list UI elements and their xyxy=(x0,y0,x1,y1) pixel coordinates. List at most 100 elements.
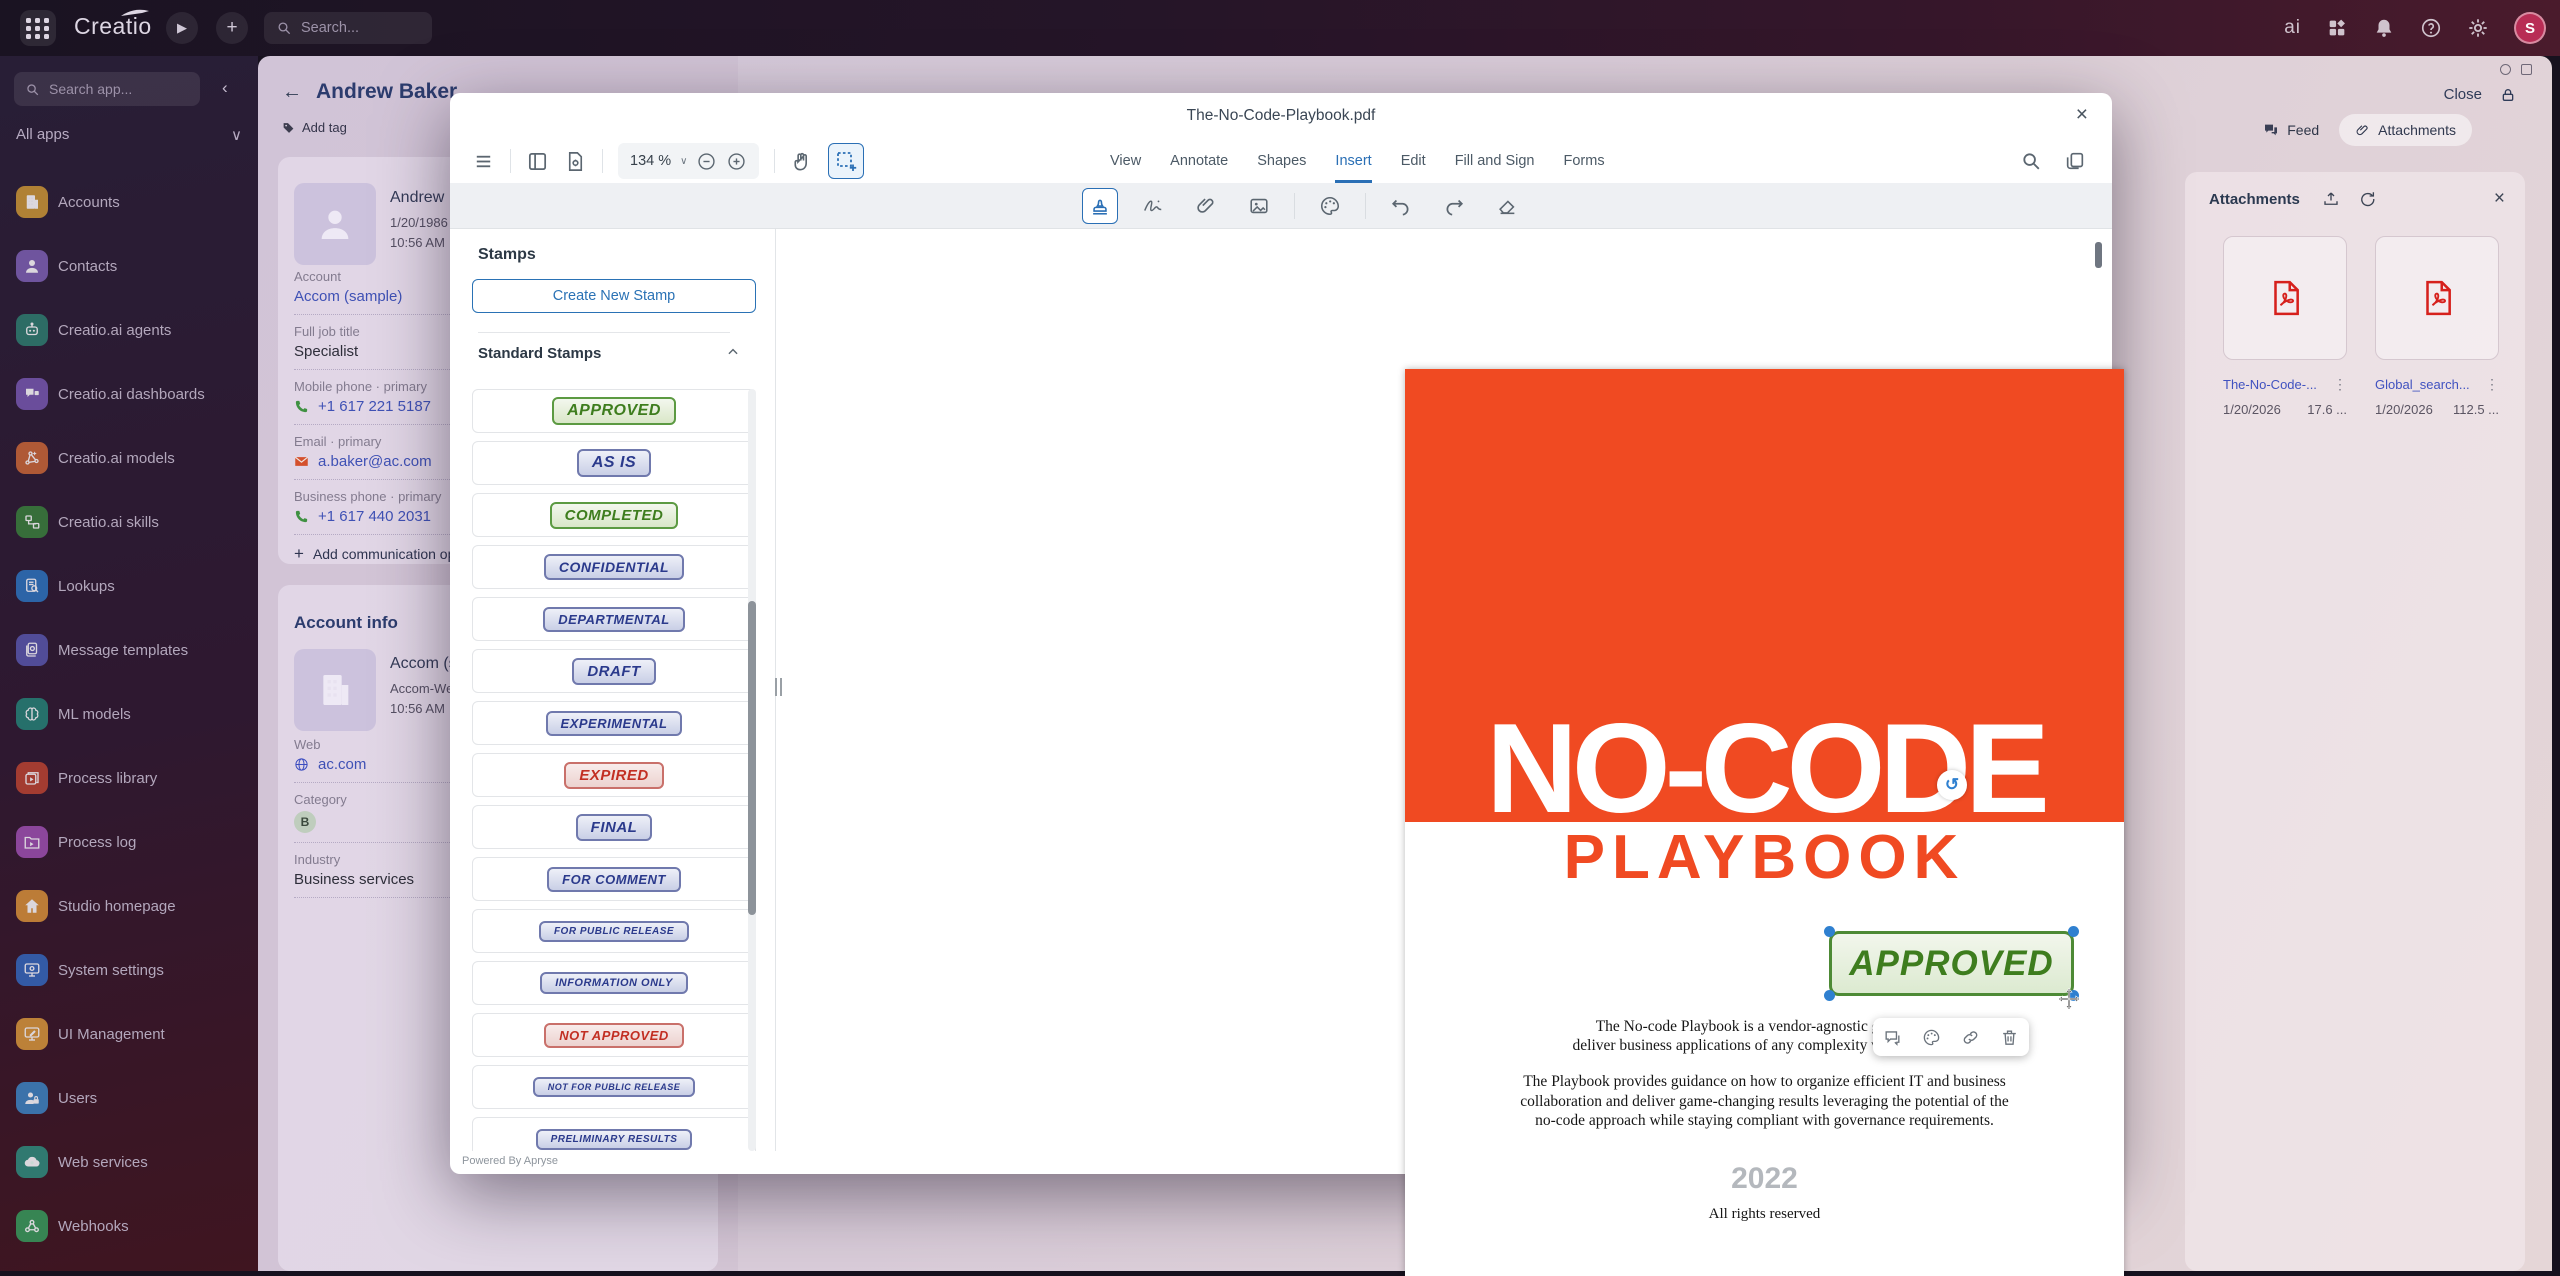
field-value[interactable]: B xyxy=(294,811,316,833)
standard-stamps-header[interactable]: Standard Stamps xyxy=(478,345,740,362)
modal-close-icon[interactable]: × xyxy=(2076,103,2088,127)
stamp-item-completed[interactable]: COMPLETED xyxy=(472,493,756,537)
doc-settings-icon[interactable] xyxy=(564,150,587,173)
placed-approved-stamp[interactable]: APPROVED xyxy=(1829,931,2074,996)
kebab-menu-icon[interactable]: ⋮ xyxy=(2333,376,2347,393)
stamp-item-as-is[interactable]: AS IS xyxy=(472,441,756,485)
tab-annotate[interactable]: Annotate xyxy=(1170,139,1228,183)
field-value[interactable]: Business services xyxy=(294,871,414,888)
document-viewport[interactable]: NO-CODE PLAYBOOK ↺ APPROVED The No-code … xyxy=(777,229,2112,1151)
app-launcher-icon[interactable] xyxy=(20,10,56,46)
avatar[interactable]: S xyxy=(2514,12,2546,44)
sidebar-search-input[interactable]: Search app... xyxy=(14,72,200,106)
link-icon[interactable] xyxy=(1961,1028,1980,1047)
close-icon[interactable]: × xyxy=(2494,188,2505,210)
pages-panel-icon[interactable] xyxy=(2064,150,2086,172)
lock-icon[interactable] xyxy=(2500,87,2516,103)
tab-feed[interactable]: Feed xyxy=(2263,122,2319,138)
back-arrow-icon[interactable]: ← xyxy=(282,81,302,104)
chevron-up-icon[interactable] xyxy=(726,345,740,359)
sidebar-item[interactable]: Web services xyxy=(0,1130,258,1194)
stamp-item-information-only[interactable]: INFORMATION ONLY xyxy=(472,961,756,1005)
sidebar-item[interactable]: Contacts xyxy=(0,234,258,298)
tab-edit[interactable]: Edit xyxy=(1401,139,1426,183)
stamps-scrollbar-thumb[interactable] xyxy=(748,601,756,915)
field-value[interactable]: +1 617 440 2031 xyxy=(318,508,431,525)
panel-control-icons[interactable] xyxy=(2500,64,2532,75)
zoom-out-icon[interactable] xyxy=(696,151,717,172)
apps-icon[interactable] xyxy=(2326,17,2348,39)
stamp-item-for-public-release[interactable]: FOR PUBLIC RELEASE xyxy=(472,909,756,953)
field-value[interactable]: Specialist xyxy=(294,343,358,360)
sidebar-item[interactable]: UI Management xyxy=(0,1002,258,1066)
chevron-down-icon[interactable]: ∨ xyxy=(680,156,687,167)
selection-handle[interactable] xyxy=(2068,926,2079,937)
sidebar-collapse-icon[interactable]: ‹ xyxy=(222,78,228,98)
selection-handle[interactable] xyxy=(1824,926,1835,937)
viewer-scrollbar-thumb[interactable] xyxy=(2095,242,2102,268)
add-tag-button[interactable]: Add tag xyxy=(282,120,347,135)
palette-icon[interactable] xyxy=(1922,1028,1941,1047)
stamp-item-not-for-public-release[interactable]: NOT FOR PUBLIC RELEASE xyxy=(472,1065,756,1109)
stamp-item-expired[interactable]: EXPIRED xyxy=(472,753,756,797)
sidebar-item[interactable]: System settings xyxy=(0,938,258,1002)
selection-handle[interactable] xyxy=(1824,990,1835,1001)
rotate-handle-icon[interactable]: ↺ xyxy=(1937,770,1967,800)
help-icon[interactable] xyxy=(2420,17,2442,39)
stamp-item-departmental[interactable]: DEPARTMENTAL xyxy=(472,597,756,641)
zoom-in-icon[interactable] xyxy=(726,151,747,172)
hamburger-menu-icon[interactable] xyxy=(472,150,495,173)
palette-tool-icon[interactable] xyxy=(1312,188,1348,224)
panel-resize-handle[interactable] xyxy=(775,678,782,696)
file-name[interactable]: Global_search... xyxy=(2375,377,2470,392)
attachment-card[interactable]: Global_search... ⋮ 1/20/2026112.5 ... xyxy=(2375,236,2499,417)
tab-fill-and-sign[interactable]: Fill and Sign xyxy=(1455,139,1535,183)
tab-shapes[interactable]: Shapes xyxy=(1257,139,1306,183)
stamp-item-preliminary-results[interactable]: PRELIMINARY RESULTS xyxy=(472,1117,756,1151)
sidebar-item[interactable]: Webhooks xyxy=(0,1194,258,1258)
play-button[interactable]: ▶ xyxy=(166,12,198,44)
stamp-item-experimental[interactable]: EXPERIMENTAL xyxy=(472,701,756,745)
sidebar-item[interactable]: Process library xyxy=(0,746,258,810)
sidebar-item[interactable]: Studio homepage xyxy=(0,874,258,938)
add-button[interactable]: + xyxy=(216,12,248,44)
stamp-item-draft[interactable]: DRAFT xyxy=(472,649,756,693)
comment-icon[interactable] xyxy=(1883,1028,1902,1047)
sidebar-item[interactable]: Creatio.ai dashboards xyxy=(0,362,258,426)
create-new-stamp-button[interactable]: Create New Stamp xyxy=(472,279,756,313)
side-panel-icon[interactable] xyxy=(526,150,549,173)
refresh-icon[interactable] xyxy=(2358,190,2376,208)
close-button[interactable]: Close xyxy=(2444,86,2482,103)
stamp-tool-icon[interactable] xyxy=(1082,188,1118,224)
signature-tool-icon[interactable] xyxy=(1135,188,1171,224)
sidebar-item[interactable]: ML models xyxy=(0,682,258,746)
field-value[interactable]: a.baker@ac.com xyxy=(318,453,432,470)
tab-insert[interactable]: Insert xyxy=(1335,139,1371,183)
field-value[interactable]: Accom (sample) xyxy=(294,288,402,305)
pan-hand-icon[interactable] xyxy=(790,150,813,173)
file-name[interactable]: The-No-Code-... xyxy=(2223,377,2317,392)
tab-forms[interactable]: Forms xyxy=(1563,139,1604,183)
bell-icon[interactable] xyxy=(2373,17,2395,39)
zoom-control[interactable]: 134 % ∨ xyxy=(618,143,759,179)
undo-tool-icon[interactable] xyxy=(1383,188,1419,224)
redo-tool-icon[interactable] xyxy=(1436,188,1472,224)
stamp-item-approved[interactable]: APPROVED xyxy=(472,389,756,433)
tab-attachments[interactable]: Attachments xyxy=(2339,114,2472,146)
paperclip-tool-icon[interactable] xyxy=(1188,188,1224,224)
stamp-item-not-approved[interactable]: NOT APPROVED xyxy=(472,1013,756,1057)
field-value[interactable]: +1 617 221 5187 xyxy=(318,398,431,415)
sidebar-item[interactable]: Creatio.ai skills xyxy=(0,490,258,554)
tab-view[interactable]: View xyxy=(1110,139,1141,183)
global-search-input[interactable]: Search... xyxy=(264,12,432,44)
kebab-menu-icon[interactable]: ⋮ xyxy=(2485,376,2499,393)
sidebar-item[interactable]: Creatio.ai agents xyxy=(0,298,258,362)
attachment-card[interactable]: The-No-Code-... ⋮ 1/20/202617.6 ... xyxy=(2223,236,2347,417)
image-tool-icon[interactable] xyxy=(1241,188,1277,224)
gear-icon[interactable] xyxy=(2467,17,2489,39)
eraser-tool-icon[interactable] xyxy=(1489,188,1525,224)
sidebar-item[interactable]: Creatio.ai models xyxy=(0,426,258,490)
copilot-ai-icon[interactable]: ai xyxy=(2284,17,2301,39)
stamp-item-for-comment[interactable]: FOR COMMENT xyxy=(472,857,756,901)
sidebar-item[interactable]: Users xyxy=(0,1066,258,1130)
